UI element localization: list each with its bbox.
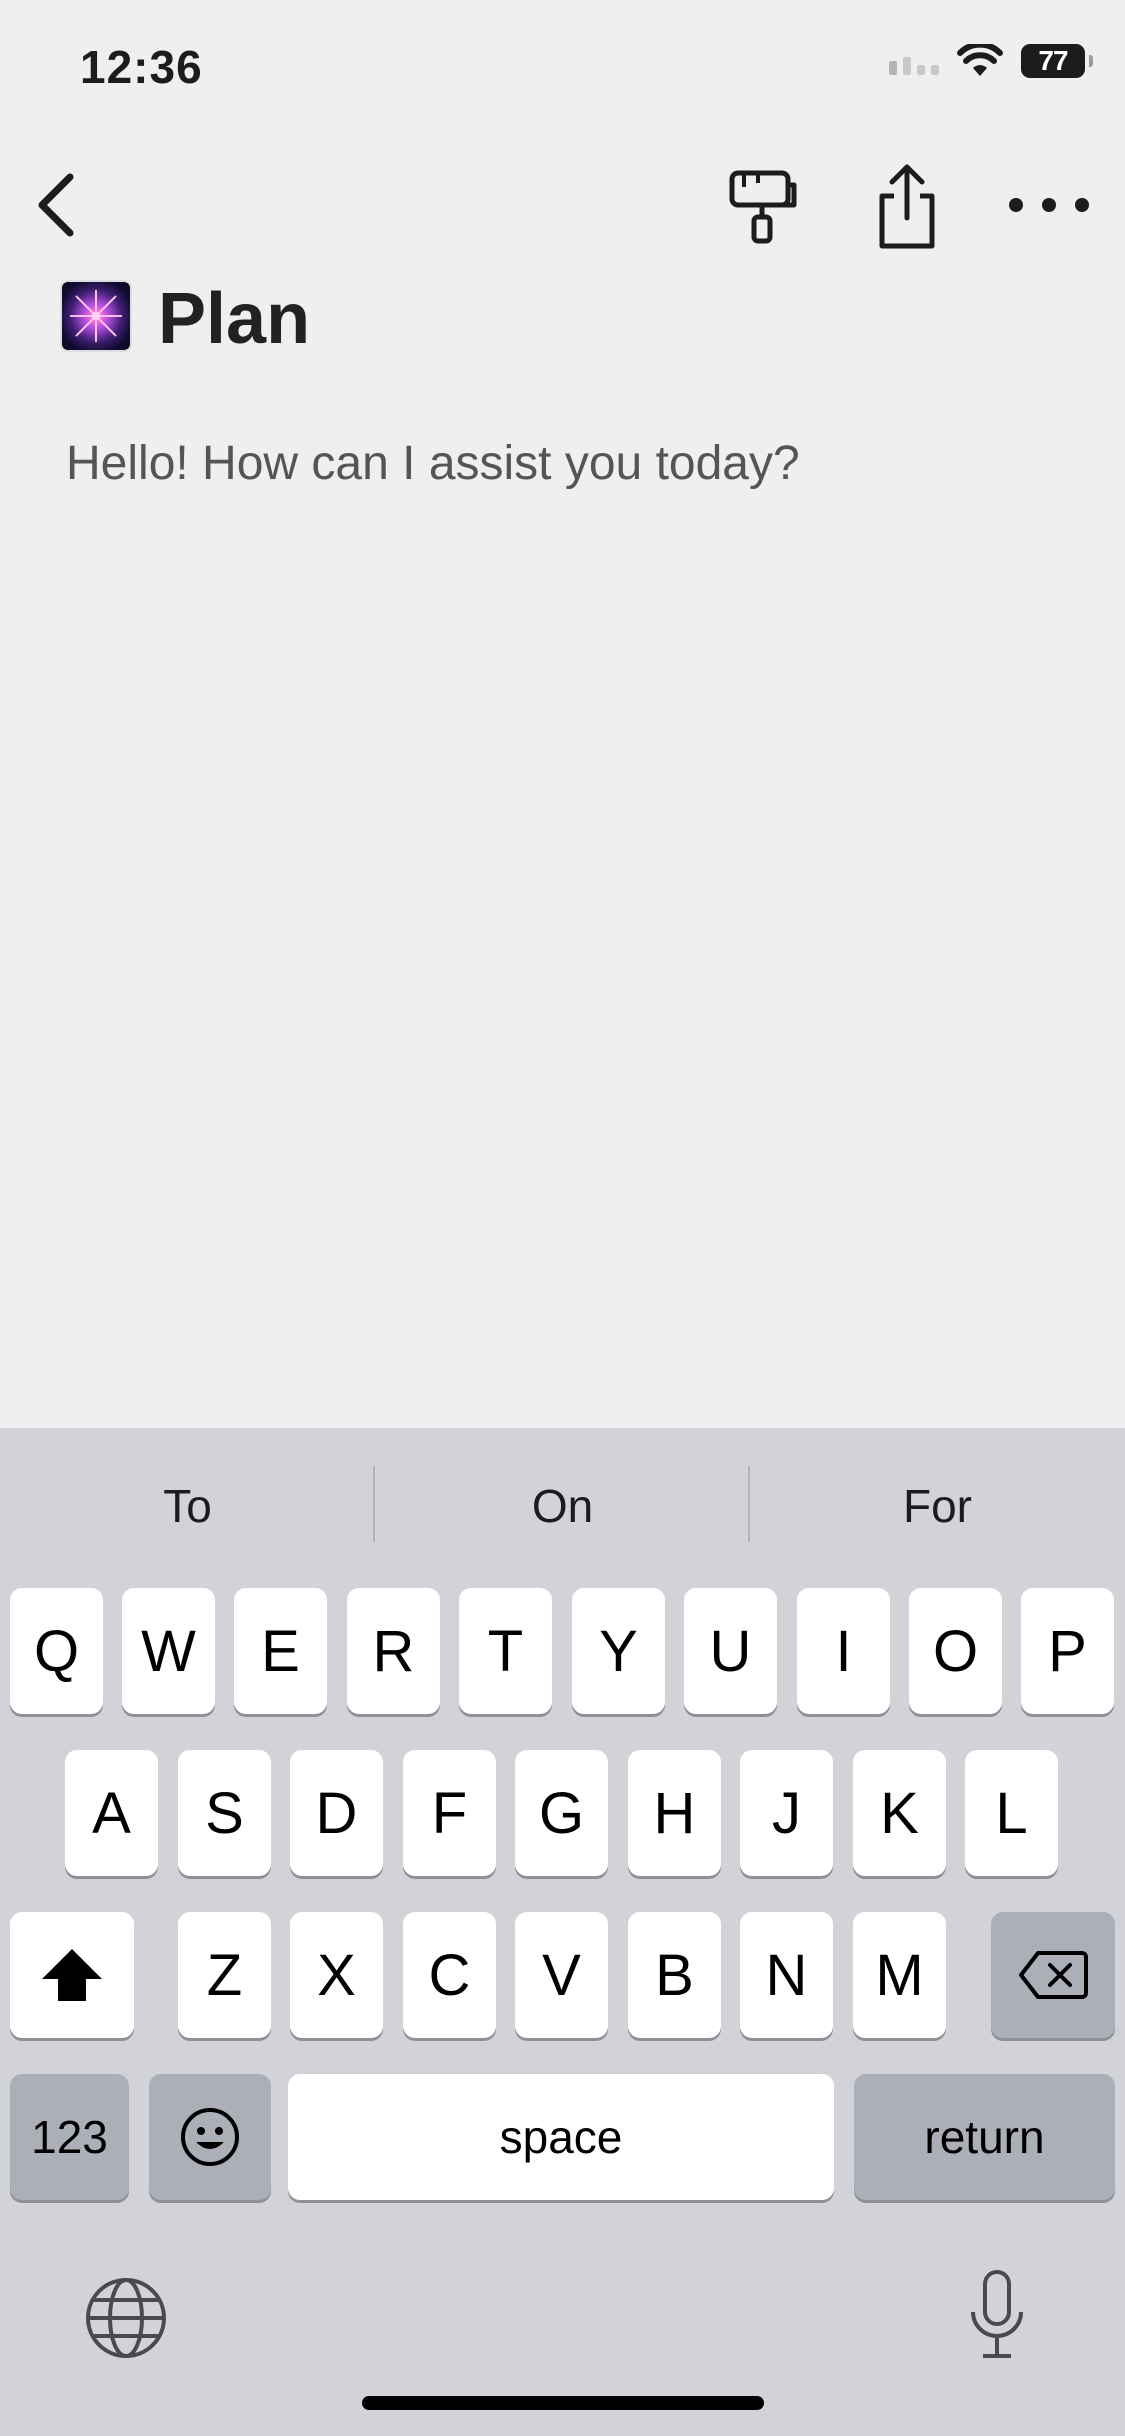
backspace-icon <box>1019 1951 1088 1999</box>
return-key[interactable]: return <box>854 2074 1115 2200</box>
suggestion-3[interactable]: For <box>750 1466 1125 1546</box>
key-g[interactable]: G <box>515 1750 608 1876</box>
key-n[interactable]: N <box>740 1912 833 2038</box>
key-z[interactable]: Z <box>178 1912 271 2038</box>
key-y[interactable]: Y <box>572 1588 665 1714</box>
format-button[interactable] <box>722 165 804 247</box>
key-t[interactable]: T <box>459 1588 552 1714</box>
chevron-left-icon <box>38 173 74 237</box>
key-a[interactable]: A <box>65 1750 158 1876</box>
key-d[interactable]: D <box>290 1750 383 1876</box>
key-c[interactable]: C <box>403 1912 496 2038</box>
page-title[interactable]: Plan <box>158 278 310 360</box>
suggestion-1[interactable]: To <box>0 1466 375 1546</box>
key-m[interactable]: M <box>853 1912 946 2038</box>
home-indicator <box>362 2396 764 2410</box>
back-button[interactable] <box>26 165 86 245</box>
cellular-signal-icon <box>889 47 939 75</box>
key-i[interactable]: I <box>797 1588 890 1714</box>
share-icon <box>879 164 935 249</box>
key-b[interactable]: B <box>628 1912 721 2038</box>
more-button[interactable] <box>1004 175 1094 235</box>
status-time: 12:36 <box>80 41 203 93</box>
key-f[interactable]: F <box>403 1750 496 1876</box>
delete-key[interactable] <box>991 1912 1115 2038</box>
key-s[interactable]: S <box>178 1750 271 1876</box>
key-u[interactable]: U <box>684 1588 777 1714</box>
key-p[interactable]: P <box>1021 1588 1114 1714</box>
numbers-key[interactable]: 123 <box>10 2074 129 2200</box>
suggestion-2[interactable]: On <box>375 1466 750 1546</box>
globe-icon[interactable] <box>84 2276 168 2360</box>
microphone-icon[interactable] <box>965 2268 1029 2362</box>
more-horizontal-icon <box>1009 198 1089 212</box>
wifi-icon <box>957 44 1003 76</box>
space-key[interactable]: space <box>288 2074 834 2200</box>
key-k[interactable]: K <box>853 1750 946 1876</box>
shift-key[interactable] <box>10 1912 134 2038</box>
key-x[interactable]: X <box>290 1912 383 2038</box>
key-j[interactable]: J <box>740 1750 833 1876</box>
emoji-key[interactable] <box>149 2074 271 2200</box>
key-e[interactable]: E <box>234 1588 327 1714</box>
key-w[interactable]: W <box>122 1588 215 1714</box>
battery-icon: 77 <box>1021 44 1093 78</box>
shift-icon <box>42 1949 102 2001</box>
fireworks-icon[interactable] <box>62 282 130 350</box>
key-r[interactable]: R <box>347 1588 440 1714</box>
share-button[interactable] <box>866 160 948 252</box>
key-h[interactable]: H <box>628 1750 721 1876</box>
page-body-text[interactable]: Hello! How can I assist you today? <box>66 436 800 491</box>
key-v[interactable]: V <box>515 1912 608 2038</box>
emoji-icon <box>181 2108 239 2166</box>
key-q[interactable]: Q <box>10 1588 103 1714</box>
key-o[interactable]: O <box>909 1588 1002 1714</box>
key-l[interactable]: L <box>965 1750 1058 1876</box>
status-indicators: 77 <box>889 44 1093 78</box>
paint-brush-icon <box>729 170 797 244</box>
